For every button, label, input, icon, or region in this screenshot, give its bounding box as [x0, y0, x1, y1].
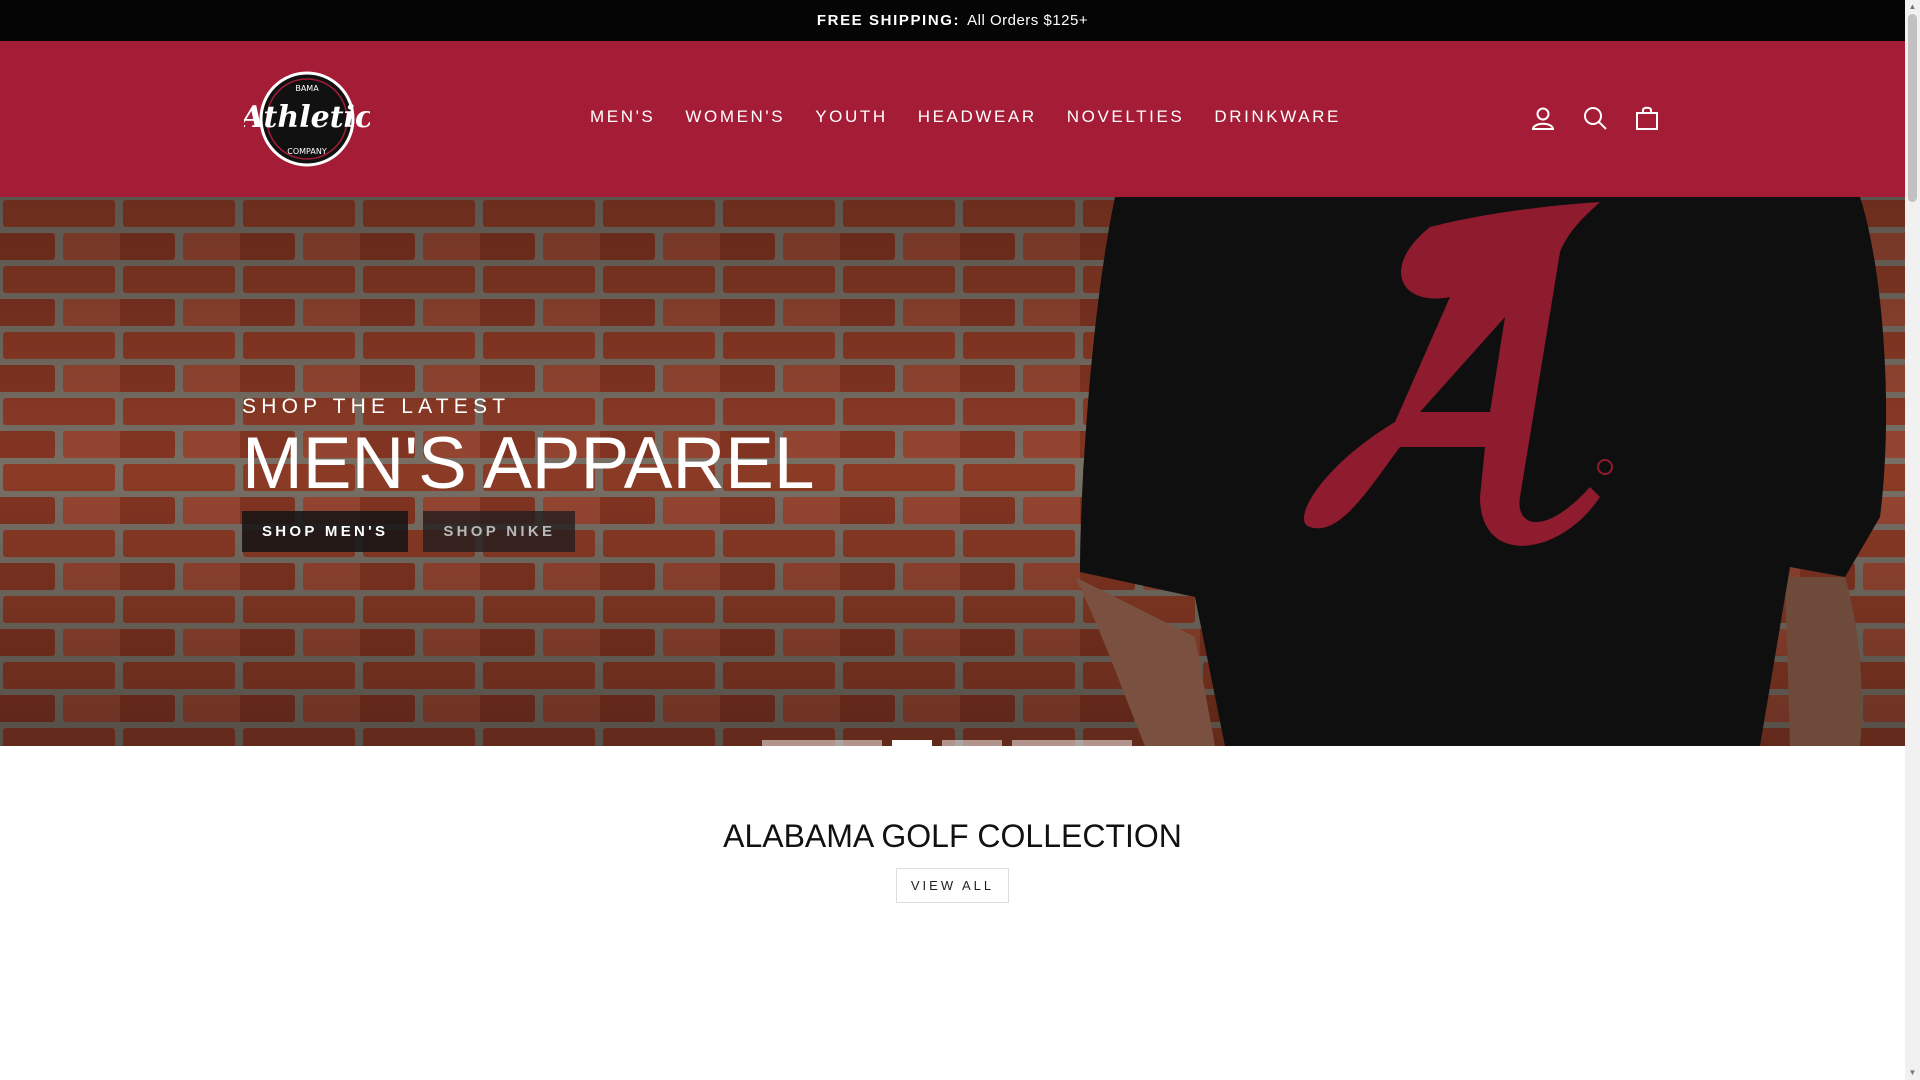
nav-novelties[interactable]: NOVELTIES — [1067, 107, 1185, 127]
nav-mens[interactable]: MEN'S — [590, 107, 655, 127]
carousel-dot-4[interactable] — [1012, 740, 1132, 746]
shop-mens-button[interactable]: SHOP MEN'S — [242, 511, 409, 552]
site-header: BAMA Athletic COMPANY MEN'S WOMEN'S YOUT… — [0, 41, 1905, 197]
nav-drinkware[interactable]: DRINKWARE — [1214, 107, 1341, 127]
header-actions — [1530, 105, 1660, 131]
scroll-down-icon[interactable]: ▼ — [1908, 1068, 1917, 1077]
hero-buttons: SHOP MEN'S SHOP NIKE — [242, 511, 576, 552]
nav-womens[interactable]: WOMEN'S — [685, 107, 785, 127]
announcement-bar: FREE SHIPPING: All Orders $125+ — [0, 0, 1905, 41]
brand-logo[interactable]: BAMA Athletic COMPANY — [238, 71, 373, 167]
hero-subtitle: SHOP THE LATEST — [242, 395, 511, 418]
logo-bottom-text: COMPANY — [287, 147, 327, 156]
view-all-button[interactable]: VIEW ALL — [896, 868, 1009, 903]
main-nav: MEN'S WOMEN'S YOUTH HEADWEAR NOVELTIES D… — [590, 107, 1371, 127]
user-icon[interactable] — [1530, 105, 1556, 131]
carousel-dot-1[interactable] — [762, 740, 882, 746]
announcement-text: All Orders $125+ — [967, 12, 1089, 29]
carousel-indicators — [762, 740, 1132, 746]
announcement-bold: FREE SHIPPING: — [816, 12, 961, 29]
nav-headwear[interactable]: HEADWEAR — [918, 107, 1037, 127]
logo-main-text: Athletic — [244, 100, 370, 135]
hero-banner: SHOP THE LATEST MEN'S APPAREL SHOP MEN'S… — [0, 197, 1905, 746]
nav-youth[interactable]: YOUTH — [815, 107, 888, 127]
search-icon[interactable] — [1582, 105, 1608, 131]
shop-nike-button[interactable]: SHOP NIKE — [423, 511, 576, 552]
carousel-dot-2[interactable] — [892, 740, 932, 746]
hero-text: SHOP THE LATEST MEN'S APPAREL — [242, 395, 814, 500]
logo-top-text: BAMA — [295, 84, 319, 93]
page-scrollbar[interactable]: ▲ ▼ — [1905, 0, 1920, 1080]
scroll-up-icon[interactable]: ▲ — [1908, 2, 1917, 11]
collection-title: ALABAMA GOLF COLLECTION — [723, 818, 1182, 854]
hero-title: MEN'S APPAREL — [242, 423, 815, 504]
scrollbar-thumb[interactable] — [1908, 14, 1917, 202]
carousel-dot-3[interactable] — [942, 740, 1002, 746]
bag-icon[interactable] — [1634, 105, 1660, 131]
